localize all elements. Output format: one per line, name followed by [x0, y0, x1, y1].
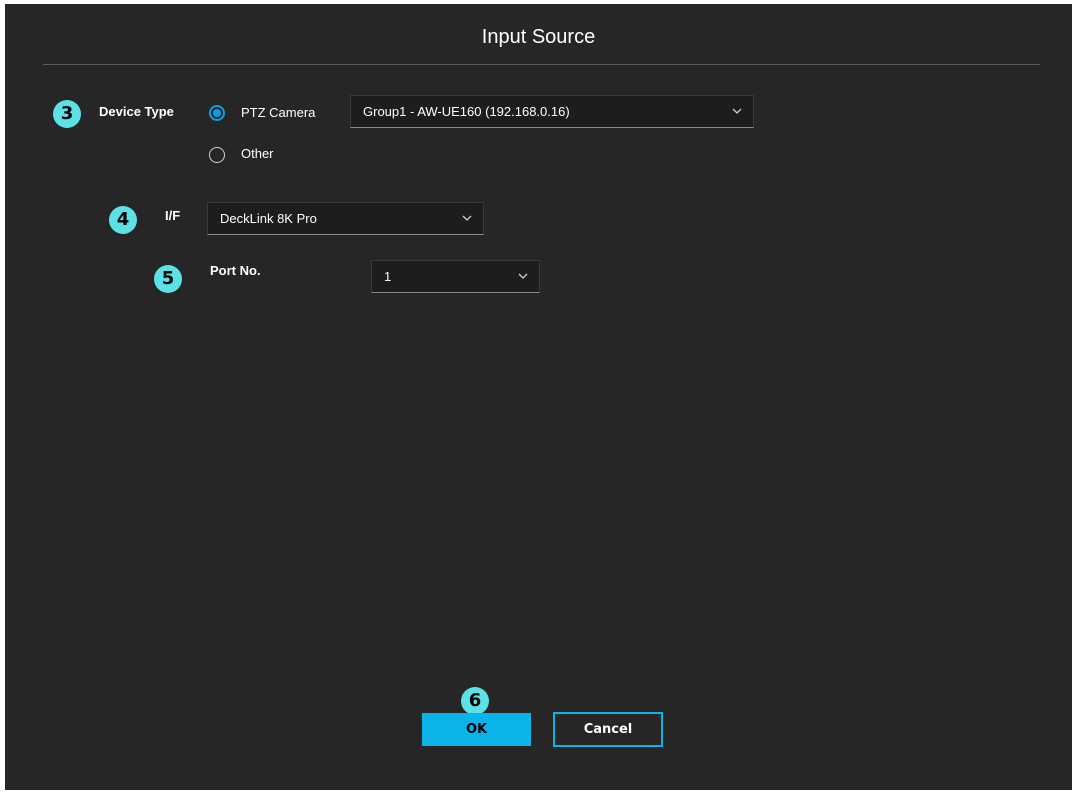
radio-ptz-camera-label[interactable]: PTZ Camera: [241, 105, 315, 120]
input-source-dialog: Input Source 3 Device Type PTZ Camera Ot…: [5, 4, 1072, 790]
cancel-button[interactable]: Cancel: [553, 712, 663, 747]
callout-badge-4: 4: [109, 206, 137, 234]
chevron-down-icon: [732, 108, 742, 114]
port-select[interactable]: 1: [371, 260, 540, 293]
radio-other[interactable]: [209, 147, 225, 163]
title-divider: [43, 64, 1040, 65]
chevron-down-icon: [518, 273, 528, 279]
interface-label: I/F: [165, 208, 181, 223]
callout-badge-6: 6: [461, 687, 489, 715]
camera-select-value: Group1 - AW-UE160 (192.168.0.16): [363, 104, 570, 119]
ok-button[interactable]: OK: [422, 713, 531, 746]
chevron-down-icon: [462, 215, 472, 221]
port-label: Port No.: [210, 263, 261, 278]
callout-badge-3: 3: [53, 100, 81, 128]
radio-other-label[interactable]: Other: [241, 146, 274, 161]
callout-badge-5: 5: [154, 265, 182, 293]
dialog-title: Input Source: [481, 26, 596, 48]
port-select-value: 1: [384, 269, 392, 284]
interface-select[interactable]: DeckLink 8K Pro: [207, 202, 484, 235]
device-type-label: Device Type: [99, 104, 174, 119]
interface-select-value: DeckLink 8K Pro: [220, 211, 317, 226]
camera-select[interactable]: Group1 - AW-UE160 (192.168.0.16): [350, 95, 754, 128]
radio-ptz-camera[interactable]: [209, 105, 225, 121]
